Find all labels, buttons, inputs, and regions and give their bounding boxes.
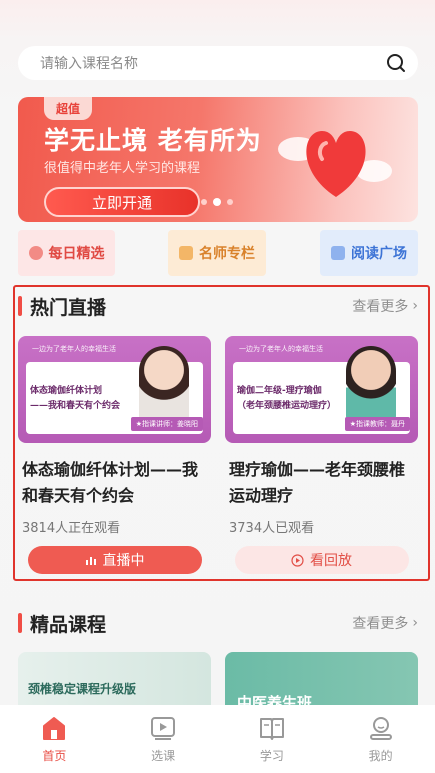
section-accent-bar (18, 296, 22, 316)
section-accent-bar (18, 613, 22, 633)
thumb-teacher: ★指课教师：聂丹 (344, 417, 410, 431)
course-thumbnail: 一边为了老年人的幸福生活 瑜伽二年级-理疗瑜伽 （老年颈腰椎运动理疗） ★指课教师… (225, 336, 418, 443)
section-title: 热门直播 (30, 296, 107, 319)
home-icon (43, 717, 66, 740)
live-card[interactable]: 一边为了老年人的幸福生活 瑜伽二年级-理疗瑜伽 （老年颈腰椎运动理疗） ★指课教师… (225, 336, 418, 574)
quick-link-label: 阅读广场 (351, 246, 407, 262)
premium-more-link[interactable]: 查看更多 › (352, 613, 418, 633)
winged-heart-icon (278, 131, 392, 197)
carousel-dot[interactable] (227, 199, 233, 205)
carousel-dot-active[interactable] (213, 198, 221, 206)
search-icon[interactable] (386, 53, 406, 73)
carousel-dot[interactable] (201, 199, 207, 205)
course-card-title: 颈椎稳定课程升级版 (28, 682, 137, 696)
reading-plaza-button[interactable]: 阅读广场 (320, 230, 418, 276)
viewer-count: 3814人正在观看 (22, 521, 121, 536)
more-label: 查看更多 (352, 299, 409, 315)
teacher-photo (346, 346, 396, 426)
promo-banner[interactable]: 超值 学无止境 老有所为 很值得中老年人学习的课程 立即开通 (18, 97, 418, 222)
book-open-icon (259, 718, 284, 740)
user-icon (369, 717, 392, 740)
teacher-photo (139, 346, 189, 426)
carousel-dots (201, 198, 233, 206)
open-now-button[interactable]: 立即开通 (44, 187, 200, 217)
hot-live-header: 热门直播 查看更多 › (18, 291, 418, 321)
star-icon (28, 246, 43, 260)
course-card[interactable]: 中医养生班 (225, 652, 418, 712)
tab-mine[interactable]: 我的 (341, 715, 421, 773)
famous-teachers-button[interactable]: 名师专栏 (168, 230, 266, 276)
bookmark-icon (179, 246, 193, 260)
banner-title: 学无止境 老有所为 (44, 126, 262, 155)
hot-live-more-link[interactable]: 查看更多 › (352, 296, 418, 316)
more-label: 查看更多 (352, 616, 409, 632)
banner-subtitle: 很值得中老年人学习的课程 (44, 161, 201, 176)
action-label: 看回放 (310, 553, 352, 569)
replay-button[interactable]: 看回放 (234, 546, 409, 574)
tab-label: 首页 (42, 749, 67, 763)
thumb-title: 瑜伽二年级-理疗瑜伽 （老年颈腰椎运动理疗） (237, 386, 337, 411)
video-icon (151, 717, 176, 740)
tab-home[interactable]: 首页 (14, 715, 94, 773)
viewer-count: 3734人已观看 (229, 521, 315, 536)
tab-label: 学习 (259, 749, 284, 763)
thumb-top-text: 一边为了老年人的幸福生活 (32, 345, 116, 353)
section-title: 精品课程 (30, 613, 107, 636)
bar-chart-icon (85, 557, 96, 565)
tab-study[interactable]: 学习 (232, 715, 312, 773)
premium-header: 精品课程 查看更多 › (18, 608, 418, 638)
course-name: 理疗瑜伽——老年颈腰椎运动理疗 (229, 460, 406, 505)
course-card[interactable]: 颈椎稳定课程升级版 (18, 652, 211, 712)
thumb-title: 体态瑜伽纤体计划 ——我和春天有个约会 (30, 386, 121, 411)
search-placeholder: 请输入课程名称 (40, 56, 138, 72)
search-bar[interactable]: 请输入课程名称 (18, 46, 418, 80)
course-name: 体态瑜伽纤体计划——我和春天有个约会 (22, 460, 199, 505)
thumb-teacher: ★指课讲师：姜晓阳 (130, 417, 203, 431)
course-thumbnail: 一边为了老年人的幸福生活 体态瑜伽纤体计划 ——我和春天有个约会 ★指课讲师：姜晓… (18, 336, 211, 443)
book-icon (331, 246, 345, 260)
daily-picks-button[interactable]: 每日精选 (18, 230, 115, 276)
live-now-button[interactable]: 直播中 (27, 546, 202, 574)
tab-label: 选课 (151, 749, 176, 763)
action-label: 直播中 (102, 553, 145, 569)
thumb-top-text: 一边为了老年人的幸福生活 (239, 345, 323, 353)
bottom-tab-bar: 首页 选课 学习 我的 (0, 705, 435, 773)
tab-courses[interactable]: 选课 (123, 715, 203, 773)
play-circle-icon (291, 553, 304, 567)
quick-link-label: 名师专栏 (199, 246, 255, 262)
chevron-right-icon: › (412, 615, 418, 631)
live-card[interactable]: 一边为了老年人的幸福生活 体态瑜伽纤体计划 ——我和春天有个约会 ★指课讲师：姜晓… (18, 336, 211, 574)
tab-label: 我的 (368, 749, 393, 763)
banner-badge: 超值 (44, 97, 93, 120)
quick-link-label: 每日精选 (48, 246, 105, 262)
chevron-right-icon: › (412, 298, 418, 314)
